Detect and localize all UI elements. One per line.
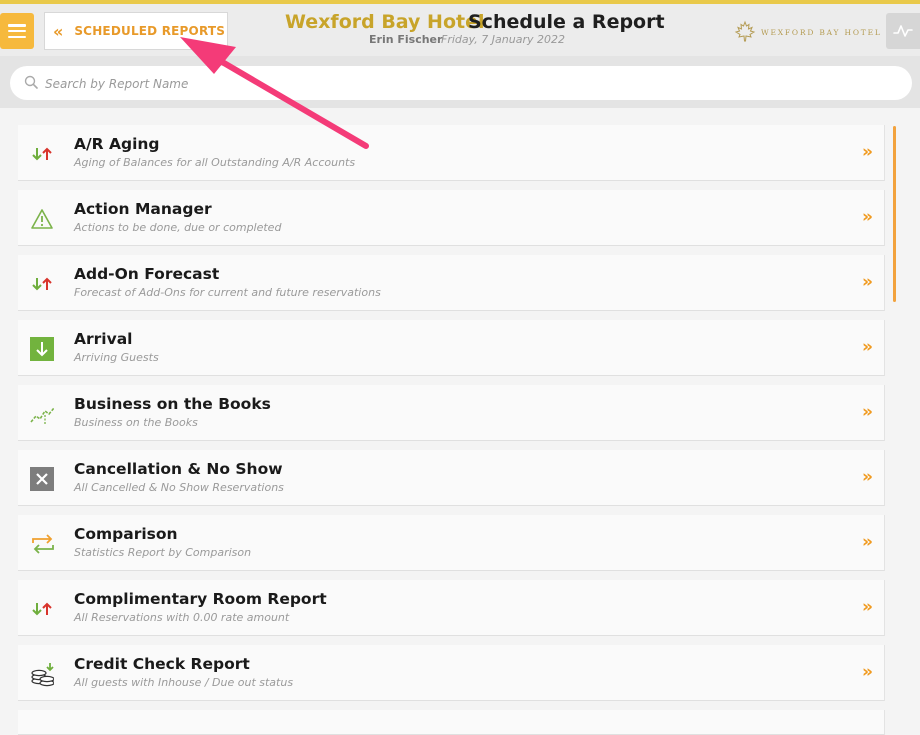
report-subtitle: Business on the Books xyxy=(74,416,198,429)
report-row-ar-aging[interactable]: A/R Aging Aging of Balances for all Outs… xyxy=(18,125,885,181)
report-row-credit-check-report[interactable]: Credit Check Report All guests with Inho… xyxy=(18,645,885,701)
page-title: Schedule a Report xyxy=(468,11,665,33)
logo-text: WEXFORD BAY HOTEL xyxy=(761,27,882,37)
report-title: Cancellation & No Show xyxy=(74,460,283,478)
report-subtitle: Statistics Report by Comparison xyxy=(74,546,252,559)
chevron-right-icon: » xyxy=(862,662,873,682)
report-subtitle: All Reservations with 0.00 rate amount xyxy=(74,611,290,624)
chevron-right-icon: » xyxy=(862,272,873,292)
warning-icon xyxy=(30,207,54,231)
report-subtitle: Aging of Balances for all Outstanding A/… xyxy=(74,156,356,169)
up-down-arrows-icon xyxy=(30,272,54,296)
header-bar: « SCHEDULED REPORTS Wexford Bay Hotel Sc… xyxy=(0,4,920,56)
arrival-down-arrow-icon xyxy=(30,337,54,361)
back-to-scheduled-reports-button[interactable]: « SCHEDULED REPORTS xyxy=(44,12,228,50)
report-subtitle: Actions to be done, due or completed xyxy=(74,221,282,234)
report-title: Business on the Books xyxy=(74,395,271,413)
chevron-right-icon: » xyxy=(862,402,873,422)
hotel-logo: WEXFORD BAY HOTEL xyxy=(733,20,882,44)
back-button-label: SCHEDULED REPORTS xyxy=(74,24,226,38)
activity-pulse-icon xyxy=(893,25,913,37)
report-title: Arrival xyxy=(74,330,133,348)
maple-leaf-icon xyxy=(734,20,756,42)
current-date: Friday, 7 January 2022 xyxy=(441,33,565,46)
report-row-add-on-forecast[interactable]: Add-On Forecast Forecast of Add-Ons for … xyxy=(18,255,885,311)
chevron-right-icon: » xyxy=(862,467,873,487)
up-down-arrows-icon xyxy=(30,142,54,166)
report-list: A/R Aging Aging of Balances for all Outs… xyxy=(0,108,920,735)
report-row-complimentary-room-report[interactable]: Complimentary Room Report All Reservatio… xyxy=(18,580,885,636)
search-box[interactable] xyxy=(10,66,912,100)
report-title: Complimentary Room Report xyxy=(74,590,327,608)
chevron-right-icon: » xyxy=(862,532,873,552)
chevron-right-icon: » xyxy=(862,142,873,162)
chevron-right-icon: » xyxy=(862,207,873,227)
hamburger-icon xyxy=(8,24,26,38)
user-name: Erin Fischer xyxy=(369,33,443,46)
report-title: Action Manager xyxy=(74,200,212,218)
search-icon xyxy=(24,75,38,89)
search-bar-area xyxy=(0,56,920,108)
report-title: Comparison xyxy=(74,525,178,543)
report-title: A/R Aging xyxy=(74,135,160,153)
double-chevron-left-icon: « xyxy=(53,21,63,41)
chevron-right-icon: » xyxy=(862,597,873,617)
scrollbar-thumb[interactable] xyxy=(893,126,896,302)
report-title: Add-On Forecast xyxy=(74,265,220,283)
cancel-x-icon xyxy=(30,467,54,491)
report-subtitle: All guests with Inhouse / Due out status xyxy=(74,676,294,689)
chevron-right-icon: » xyxy=(862,337,873,357)
report-title: Credit Check Report xyxy=(74,655,250,673)
report-subtitle: Forecast of Add-Ons for current and futu… xyxy=(74,286,381,299)
report-subtitle: Arriving Guests xyxy=(74,351,159,364)
report-row-partial[interactable] xyxy=(18,710,885,735)
menu-button[interactable] xyxy=(0,13,34,49)
up-down-arrows-icon xyxy=(30,597,54,621)
coins-icon xyxy=(30,662,54,687)
report-row-comparison[interactable]: Comparison Statistics Report by Comparis… xyxy=(18,515,885,571)
trend-line-icon xyxy=(30,402,54,426)
report-row-action-manager[interactable]: Action Manager Actions to be done, due o… xyxy=(18,190,885,246)
report-row-cancellation-no-show[interactable]: Cancellation & No Show All Cancelled & N… xyxy=(18,450,885,506)
search-input[interactable] xyxy=(43,73,847,95)
report-subtitle: All Cancelled & No Show Reservations xyxy=(74,481,284,494)
activity-button[interactable] xyxy=(886,13,920,49)
report-row-arrival[interactable]: Arrival Arriving Guests » xyxy=(18,320,885,376)
report-row-business-on-the-books[interactable]: Business on the Books Business on the Bo… xyxy=(18,385,885,441)
hotel-name: Wexford Bay Hotel xyxy=(285,11,485,33)
compare-arrows-icon xyxy=(30,532,54,556)
